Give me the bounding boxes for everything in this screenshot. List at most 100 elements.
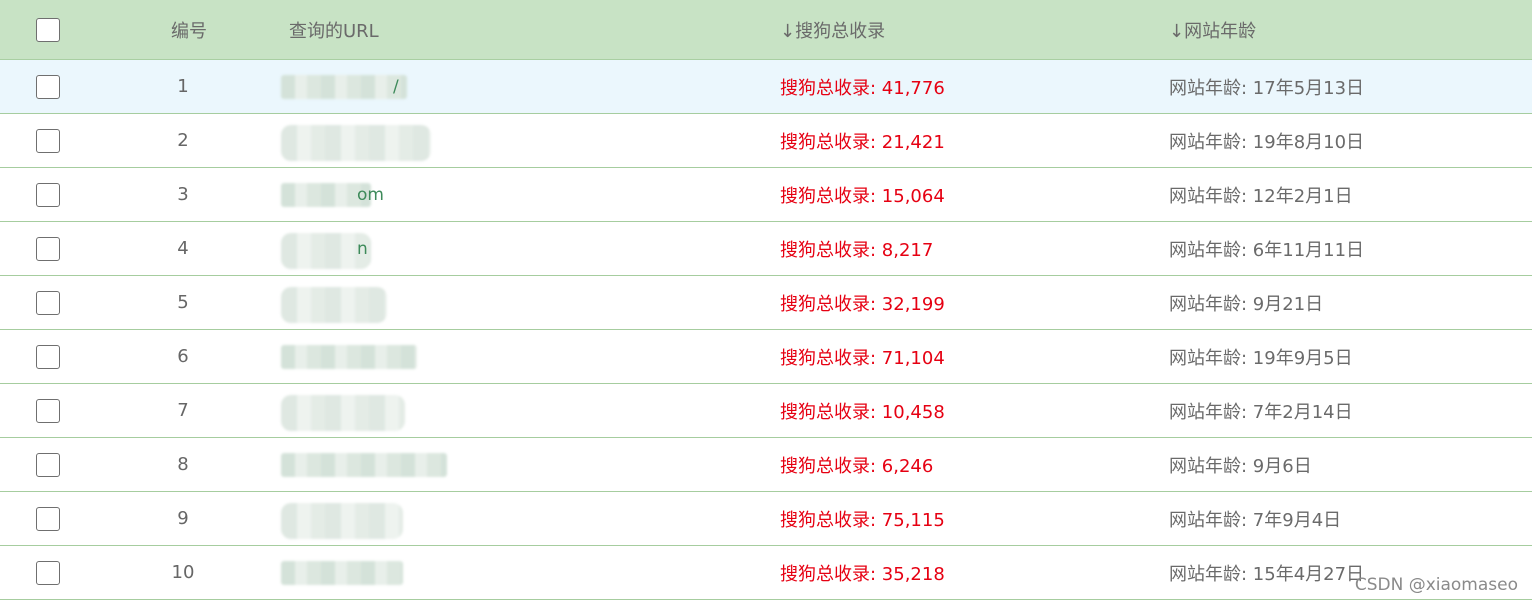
- row-sogou-index: 搜狗总收录: 10,458: [780, 401, 945, 423]
- row-url-visible-text: om: [357, 184, 384, 205]
- row-number: 8: [177, 454, 189, 475]
- row-url[interactable]: [281, 394, 425, 431]
- row-url-cell: [281, 114, 451, 167]
- row-site-age: 网站年龄: 12年2月1日: [1169, 185, 1353, 207]
- row-number: 3: [177, 184, 189, 205]
- row-url-cell: n: [281, 222, 391, 275]
- row-checkbox[interactable]: [36, 344, 60, 369]
- redacted-url-blur: [281, 74, 407, 99]
- row-sogou-index: 搜狗总收录: 21,421: [780, 131, 945, 153]
- row-url-cell: [281, 276, 407, 329]
- table-row[interactable]: 3 om 搜狗总收录: 15,064 网站年龄: 12年2月1日: [0, 168, 1532, 222]
- header-url[interactable]: 查询的URL: [289, 0, 379, 59]
- row-url[interactable]: [281, 452, 467, 477]
- row-url[interactable]: [281, 502, 423, 539]
- row-select-cell: [36, 492, 60, 545]
- row-number: 6: [177, 346, 189, 367]
- header-sogou-index-sort[interactable]: ↓搜狗总收录: [780, 0, 885, 59]
- row-url[interactable]: om: [281, 182, 391, 207]
- table-row[interactable]: 4 n 搜狗总收录: 8,217 网站年龄: 6年11月11日: [0, 222, 1532, 276]
- row-number: 4: [177, 238, 189, 259]
- table-row[interactable]: 6 搜狗总收录: 71,104 网站年龄: 19年9月5日: [0, 330, 1532, 384]
- row-checkbox[interactable]: [36, 506, 60, 531]
- row-select-cell: [36, 114, 60, 167]
- table-row[interactable]: 5 搜狗总收录: 32,199 网站年龄: 9月21日: [0, 276, 1532, 330]
- table-row[interactable]: 1 / 搜狗总收录: 41,776 网站年龄: 17年5月13日: [0, 60, 1532, 114]
- row-url-cell: [281, 492, 423, 545]
- row-url-cell: [281, 438, 467, 491]
- row-site-age: 网站年龄: 7年9月4日: [1169, 509, 1342, 531]
- row-number: 10: [171, 562, 195, 583]
- row-sogou-index: 搜狗总收录: 32,199: [780, 293, 945, 315]
- row-select-cell: [36, 384, 60, 437]
- row-url-cell: [281, 384, 425, 437]
- select-all-cell: [36, 0, 60, 59]
- row-select-cell: [36, 438, 60, 491]
- redacted-url-blur: [281, 394, 405, 431]
- row-site-age: 网站年龄: 7年2月14日: [1169, 401, 1353, 423]
- table-body: 1 / 搜狗总收录: 41,776 网站年龄: 17年5月13日 2 搜狗总收录: 21,…: [0, 60, 1532, 600]
- redacted-url-blur: [281, 124, 431, 161]
- row-sogou-index: 搜狗总收录: 41,776: [780, 77, 945, 99]
- row-checkbox[interactable]: [36, 128, 60, 153]
- row-url-cell: om: [281, 168, 391, 221]
- row-checkbox[interactable]: [36, 452, 60, 477]
- row-select-cell: [36, 330, 60, 383]
- row-url[interactable]: /: [281, 74, 427, 99]
- row-site-age: 网站年龄: 9月21日: [1169, 293, 1324, 315]
- row-url-cell: [281, 330, 437, 383]
- row-site-age: 网站年龄: 19年8月10日: [1169, 131, 1365, 153]
- row-checkbox[interactable]: [36, 290, 60, 315]
- row-site-age: 网站年龄: 19年9月5日: [1169, 347, 1353, 369]
- table-row[interactable]: 8 搜狗总收录: 6,246 网站年龄: 9月6日: [0, 438, 1532, 492]
- row-select-cell: [36, 222, 60, 275]
- table-row[interactable]: 7 搜狗总收录: 10,458 网站年龄: 7年2月14日: [0, 384, 1532, 438]
- watermark: CSDN @xiaomaseo: [1354, 575, 1518, 595]
- row-sogou-index: 搜狗总收录: 15,064: [780, 185, 945, 207]
- row-number: 1: [177, 76, 189, 97]
- row-number: 9: [177, 508, 189, 529]
- row-select-cell: [36, 546, 60, 599]
- row-url-cell: /: [281, 60, 427, 113]
- row-checkbox[interactable]: [36, 182, 60, 207]
- row-url-visible-text: n: [357, 238, 368, 259]
- row-checkbox[interactable]: [36, 236, 60, 261]
- redacted-url-blur: [281, 286, 387, 323]
- row-sogou-index: 搜狗总收录: 35,218: [780, 563, 945, 585]
- row-url-visible-text: /: [393, 76, 399, 97]
- row-sogou-index: 搜狗总收录: 6,246: [780, 455, 934, 477]
- row-url[interactable]: [281, 286, 407, 323]
- row-url-cell: [281, 546, 423, 599]
- header-number[interactable]: 编号: [156, 0, 222, 59]
- results-table: 编号 查询的URL ↓搜狗总收录 ↓网站年龄 1 / 搜狗总收录: 41,776 网站…: [0, 0, 1532, 600]
- row-checkbox[interactable]: [36, 398, 60, 423]
- redacted-url-blur: [281, 502, 403, 539]
- row-sogou-index: 搜狗总收录: 8,217: [780, 239, 934, 261]
- select-all-checkbox[interactable]: [36, 17, 60, 42]
- row-number: 2: [177, 130, 189, 151]
- row-checkbox[interactable]: [36, 560, 60, 585]
- row-url[interactable]: [281, 560, 423, 585]
- row-site-age: 网站年龄: 9月6日: [1169, 455, 1312, 477]
- row-url[interactable]: [281, 344, 437, 369]
- row-site-age: 网站年龄: 15年4月27日: [1169, 563, 1365, 585]
- row-select-cell: [36, 60, 60, 113]
- row-select-cell: [36, 276, 60, 329]
- row-url[interactable]: n: [281, 232, 391, 269]
- row-number: 5: [177, 292, 189, 313]
- row-sogou-index: 搜狗总收录: 75,115: [780, 509, 945, 531]
- row-number: 7: [177, 400, 189, 421]
- table-row[interactable]: 2 搜狗总收录: 21,421 网站年龄: 19年8月10日: [0, 114, 1532, 168]
- header-site-age-sort[interactable]: ↓网站年龄: [1169, 0, 1256, 59]
- row-checkbox[interactable]: [36, 74, 60, 99]
- table-row[interactable]: 9 搜狗总收录: 75,115 网站年龄: 7年9月4日: [0, 492, 1532, 546]
- row-select-cell: [36, 168, 60, 221]
- redacted-url-blur: [281, 452, 447, 477]
- table-row[interactable]: 10 搜狗总收录: 35,218 网站年龄: 15年4月27日: [0, 546, 1532, 600]
- row-site-age: 网站年龄: 6年11月11日: [1169, 239, 1365, 261]
- redacted-url-blur: [281, 560, 403, 585]
- redacted-url-blur: [281, 344, 417, 369]
- row-sogou-index: 搜狗总收录: 71,104: [780, 347, 945, 369]
- row-url[interactable]: [281, 124, 451, 161]
- row-site-age: 网站年龄: 17年5月13日: [1169, 77, 1365, 99]
